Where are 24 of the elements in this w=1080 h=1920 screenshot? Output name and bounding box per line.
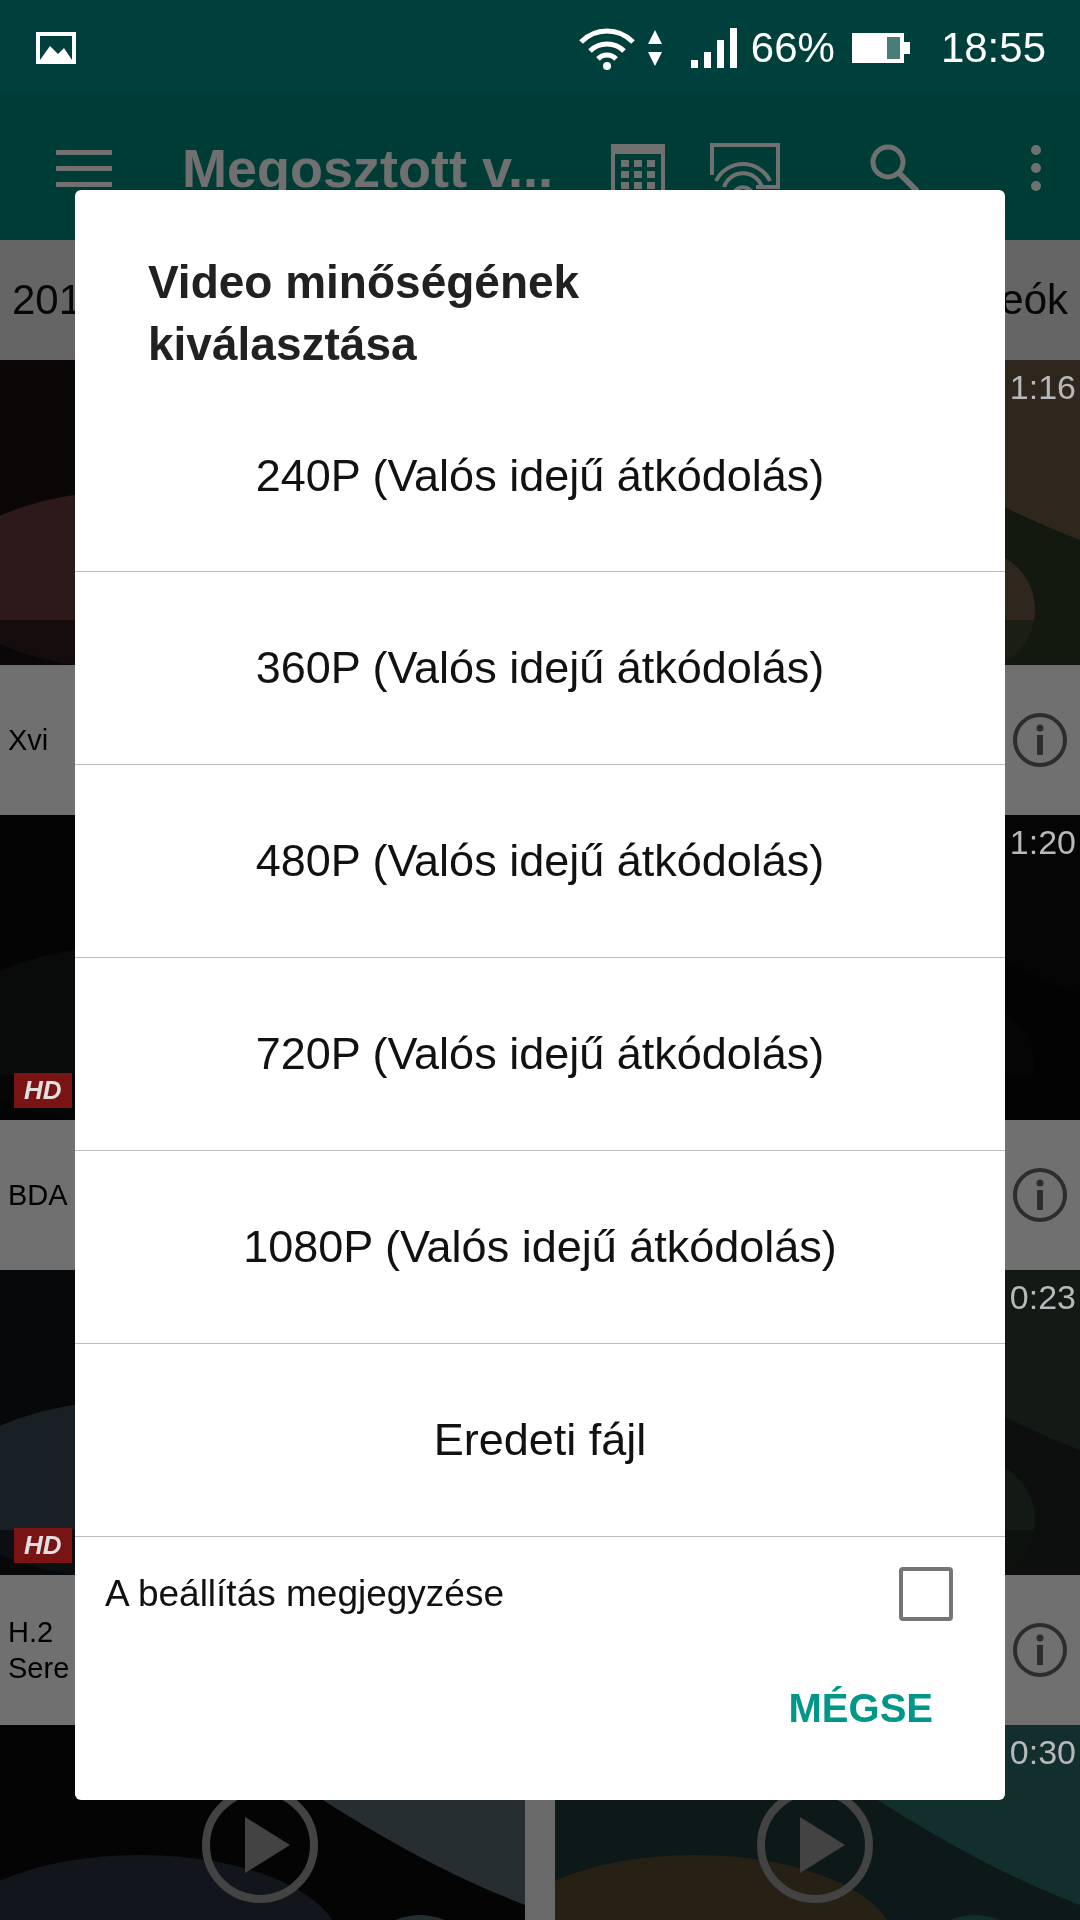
wifi-icon — [576, 25, 637, 70]
dialog-title: Video minőségének kiválasztása — [147, 255, 581, 372]
image-icon — [36, 31, 76, 64]
more-icon[interactable] — [1030, 143, 1042, 192]
info-icon[interactable] — [1012, 1622, 1068, 1678]
video-title: H.2 — [8, 1615, 55, 1650]
battery-icon — [850, 31, 911, 64]
hd-badge: HD — [14, 1528, 72, 1563]
info-icon[interactable] — [1012, 1167, 1068, 1223]
video-title: Sere — [8, 1651, 70, 1686]
clock-time: 18:55 — [940, 23, 1046, 72]
remember-label: A beállítás megjegyzése — [105, 1572, 504, 1615]
video-duration: 0:23 — [1009, 1278, 1076, 1317]
info-icon[interactable] — [1012, 712, 1068, 768]
video-duration: 1:20 — [1009, 823, 1076, 862]
video-duration: 0:30 — [1009, 1733, 1076, 1772]
video-title: Xvi — [8, 723, 49, 758]
battery-percent: 66% — [750, 23, 835, 72]
app-title: Megosztott v... — [182, 136, 554, 199]
video-duration: 1:16 — [1009, 368, 1076, 407]
menu-icon[interactable] — [56, 147, 112, 188]
hd-badge: HD — [14, 1073, 72, 1108]
remember-checkbox[interactable] — [899, 1566, 953, 1621]
video-title: BDA — [8, 1178, 68, 1213]
